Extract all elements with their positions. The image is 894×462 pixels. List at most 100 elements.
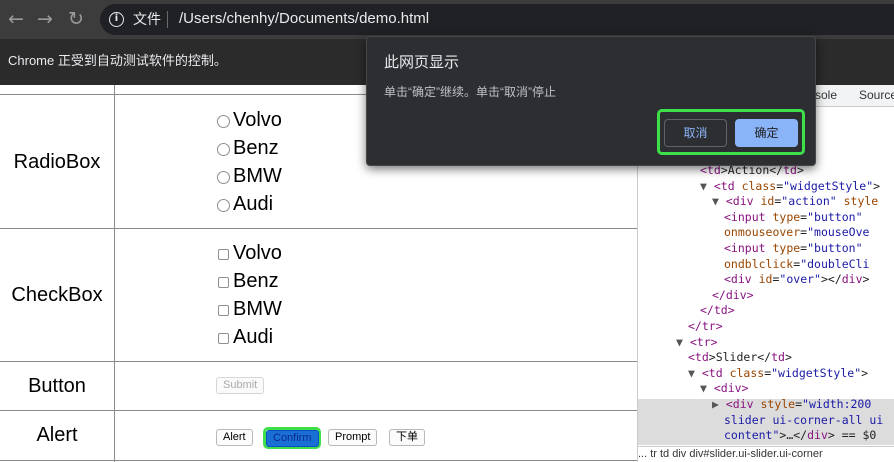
checkbox[interactable] <box>218 305 229 316</box>
code-token: "widgetStyle" <box>771 365 862 380</box>
code-token: >…</ <box>779 428 808 443</box>
code-token: "action" <box>781 194 837 209</box>
code-token: >Slider</ <box>708 350 772 365</box>
address-bar[interactable]: i 文件 /Users/chenhy/Documents/demo.html <box>100 4 894 35</box>
code-token: <td <box>701 365 730 380</box>
table-border <box>0 460 637 461</box>
checkbox[interactable] <box>218 249 229 260</box>
prompt-button[interactable]: Prompt <box>328 429 378 446</box>
tree-toggle: ▼ <box>712 194 726 209</box>
code-token: <div <box>724 272 759 287</box>
code-token: onmouseover <box>724 225 801 240</box>
dom-node-line[interactable]: ▼ <div> <box>700 381 748 397</box>
tree-toggle: ▼ <box>676 334 690 349</box>
table-border <box>114 85 115 462</box>
alert-button[interactable]: Alert <box>216 429 253 446</box>
reload-icon[interactable]: ↻ <box>66 9 86 29</box>
checkbox-option-label: Volvo <box>233 242 282 264</box>
checkbox[interactable] <box>218 277 229 288</box>
url-text[interactable]: /Users/chenhy/Documents/demo.html <box>179 10 429 28</box>
dom-node-line[interactable]: ▼ <tr> <box>676 335 718 351</box>
dom-node-line[interactable]: </tr> <box>688 319 723 335</box>
tree-toggle: ▶ <box>712 397 726 411</box>
cancel-button[interactable]: 取消 <box>664 119 727 147</box>
code-token: </td> <box>700 303 735 318</box>
confirm-button[interactable]: Confirm <box>266 430 319 447</box>
dom-node-line[interactable]: <td>Slider</td> <box>688 350 792 366</box>
code-token: </tr> <box>688 319 723 333</box>
code-token: <div <box>725 397 761 411</box>
table-border <box>0 228 637 229</box>
row-label-button: Button <box>28 375 86 397</box>
browser-window: ← → ↻ i 文件 /Users/chenhy/Documents/demo.… <box>0 0 894 462</box>
code-token: div <box>841 272 863 287</box>
radio-button[interactable] <box>217 143 230 156</box>
dialog-message: 单击“确定”继续。单击“取消”停止 <box>384 85 556 99</box>
dom-node-line[interactable]: <input type="button" <box>724 241 863 257</box>
radio-option-label: Audi <box>233 193 274 215</box>
code-token: > <box>861 365 869 380</box>
submit-button[interactable]: Submit <box>216 377 265 394</box>
scheme-label: 文件 <box>133 11 161 27</box>
code-token: <input <box>724 209 773 224</box>
dom-node-line[interactable]: slider ui-corner-all ui <box>724 413 883 429</box>
radio-button[interactable] <box>217 115 230 128</box>
dom-node-line[interactable]: ▼ <td class="widgetStyle"> <box>688 366 868 382</box>
dom-node-line[interactable]: ▼ <div id="action" style <box>712 194 878 210</box>
checkbox-option-label: Audi <box>233 326 274 348</box>
dom-node-line[interactable]: ondblclick="doubleCli <box>724 257 869 273</box>
code-token: style <box>843 194 879 209</box>
radio-option-label: Volvo <box>233 109 282 131</box>
devtools-breadcrumbs[interactable]: ... tr td div div#slider.ui-slider.ui-co… <box>638 446 894 462</box>
radio-option-label: Benz <box>233 137 279 159</box>
back-arrow-icon[interactable]: ← <box>6 9 26 29</box>
automation-infobar-text: Chrome 正受到自动测试软件的控制。 <box>8 53 227 68</box>
tab-console[interactable]: sole <box>815 88 837 103</box>
checkbox[interactable] <box>218 333 229 344</box>
radio-button[interactable] <box>217 171 230 184</box>
dom-node-line[interactable]: </td> <box>700 303 735 319</box>
code-token: "width:200 <box>802 397 872 411</box>
code-token: > <box>862 272 870 287</box>
code-token: > <box>873 178 881 193</box>
order-button[interactable]: 下单 <box>389 429 425 446</box>
radio-option-label: BMW <box>233 165 282 187</box>
code-token: type <box>772 241 801 255</box>
tab-sources[interactable]: Source <box>859 88 894 103</box>
forward-arrow-icon[interactable]: → <box>35 9 55 29</box>
dom-node-line[interactable]: <div id="over"></div> <box>724 272 869 288</box>
code-token: div <box>807 428 828 443</box>
code-token: td <box>771 350 785 365</box>
tree-toggle: ▼ <box>700 381 714 396</box>
table-border <box>0 361 637 362</box>
code-token: "over" <box>779 272 821 287</box>
tree-toggle: ▼ <box>700 178 714 193</box>
code-token: <td <box>713 178 742 193</box>
table-border <box>0 410 637 411</box>
code-token: id <box>758 272 773 287</box>
row-label-alert: Alert <box>36 424 78 446</box>
code-token: <td <box>688 350 709 365</box>
code-token: class <box>741 178 777 193</box>
dom-node-line[interactable]: <input type="button" <box>724 210 863 226</box>
ok-button[interactable]: 确定 <box>735 119 798 147</box>
dom-node-line[interactable]: ▼ <td class="widgetStyle"> <box>700 179 880 195</box>
dom-node-line[interactable]: content">…</div> == $0 <box>724 428 876 444</box>
code-token: "doubleCli <box>800 256 870 271</box>
info-icon[interactable]: i <box>109 12 124 27</box>
confirm-dialog: 此网页显示 单击“确定”继续。单击“取消”停止 取消 确定 <box>366 36 816 166</box>
radio-button[interactable] <box>217 199 230 212</box>
code-token: </div> <box>712 287 754 302</box>
browser-toolbar: ← → ↻ i 文件 /Users/chenhy/Documents/demo.… <box>0 0 894 39</box>
dom-node-line[interactable]: ▶ <div style="width:200 <box>712 397 871 413</box>
dom-node-line[interactable]: onmouseover="mouseOve <box>724 225 869 241</box>
code-token: <div <box>725 194 761 209</box>
code-token: type <box>772 209 801 224</box>
dom-node-line[interactable]: </div> <box>712 288 754 304</box>
code-token: <tr> <box>689 334 718 349</box>
code-token: ></ <box>820 272 842 287</box>
code-token: > == $0 <box>827 428 877 443</box>
address-separator <box>167 11 168 28</box>
tree-toggle: ▼ <box>688 365 702 380</box>
